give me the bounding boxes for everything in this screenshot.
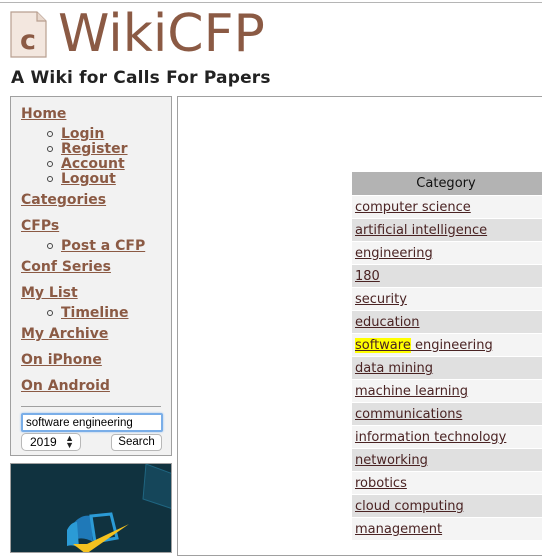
select-arrows-icon: ▲ ▼ — [65, 433, 74, 450]
document-logo-icon[interactable]: c — [10, 11, 47, 58]
category-table-header: Category — [352, 172, 542, 195]
bullet-icon — [47, 161, 53, 167]
category-link[interactable]: networking — [355, 453, 428, 468]
category-row: 180 — [352, 264, 542, 287]
category-row: education — [352, 310, 542, 333]
category-row: artificial intelligence — [352, 218, 542, 241]
bullet-icon — [47, 146, 53, 152]
category-link[interactable]: cloud computing — [355, 499, 464, 514]
nav-my-archive[interactable]: My Archive — [21, 326, 108, 343]
nav-on-android[interactable]: On Android — [21, 378, 110, 395]
category-link[interactable]: 180 — [355, 269, 380, 284]
top-rule — [0, 2, 542, 3]
site-tagline: A Wiki for Calls For Papers — [11, 68, 271, 88]
ad-graphic-icon — [67, 464, 171, 552]
bullet-icon — [47, 131, 53, 137]
category-row: data mining — [352, 356, 542, 379]
nav-post-cfp[interactable]: Post a CFP — [61, 238, 145, 255]
category-row: computer science — [352, 195, 542, 218]
sidebar: Home Login Register Account Logout Categ… — [10, 96, 172, 456]
category-row: management — [352, 517, 542, 540]
category-link[interactable]: data mining — [355, 361, 433, 376]
category-link[interactable]: computer science — [355, 200, 471, 215]
nav-logout[interactable]: Logout — [61, 171, 116, 188]
category-link[interactable]: artificial intelligence — [355, 223, 487, 238]
svg-text:c: c — [20, 25, 36, 56]
category-row: software engineering — [352, 333, 542, 356]
category-link[interactable]: engineering — [355, 246, 433, 261]
nav-categories[interactable]: Categories — [21, 192, 106, 209]
sidebar-divider — [21, 406, 161, 407]
bullet-icon — [47, 310, 53, 316]
ad-banner[interactable] — [10, 463, 172, 553]
category-link[interactable]: information technology — [355, 430, 506, 445]
category-row: machine learning — [352, 379, 542, 402]
nav-home[interactable]: Home — [21, 106, 66, 123]
category-link[interactable]: education — [355, 315, 420, 330]
year-select[interactable]: 2019 ▲ ▼ — [21, 433, 81, 451]
category-link[interactable]: machine learning — [355, 384, 468, 399]
category-row: communications — [352, 402, 542, 425]
category-rows: computer science artificial intelligence e… — [352, 195, 542, 540]
category-table: Category computer science artificial inte… — [352, 172, 542, 540]
category-row: robotics — [352, 471, 542, 494]
nav-my-list[interactable]: My List — [21, 285, 78, 302]
search-highlight: software — [355, 338, 411, 353]
search-button[interactable]: Search — [111, 434, 162, 451]
category-link[interactable]: robotics — [355, 476, 407, 491]
category-link[interactable]: management — [355, 522, 442, 537]
category-row: cloud computing — [352, 494, 542, 517]
bullet-icon — [47, 243, 53, 249]
category-link[interactable]: security — [355, 292, 407, 307]
nav-cfps[interactable]: CFPs — [21, 218, 59, 235]
nav-conf-series[interactable]: Conf Series — [21, 259, 111, 276]
category-row: information technology — [352, 425, 542, 448]
category-link[interactable]: software engineering — [355, 338, 493, 353]
nav-on-iphone[interactable]: On iPhone — [21, 352, 102, 369]
category-row: security — [352, 287, 542, 310]
year-select-value: 2019 — [30, 435, 57, 449]
category-row: engineering — [352, 241, 542, 264]
bullet-icon — [47, 176, 53, 182]
search-input[interactable] — [21, 413, 163, 432]
category-row: networking — [352, 448, 542, 471]
site-logo-text[interactable]: WikiCFP — [58, 4, 265, 64]
category-link[interactable]: communications — [355, 407, 462, 422]
nav-timeline[interactable]: Timeline — [61, 305, 129, 322]
